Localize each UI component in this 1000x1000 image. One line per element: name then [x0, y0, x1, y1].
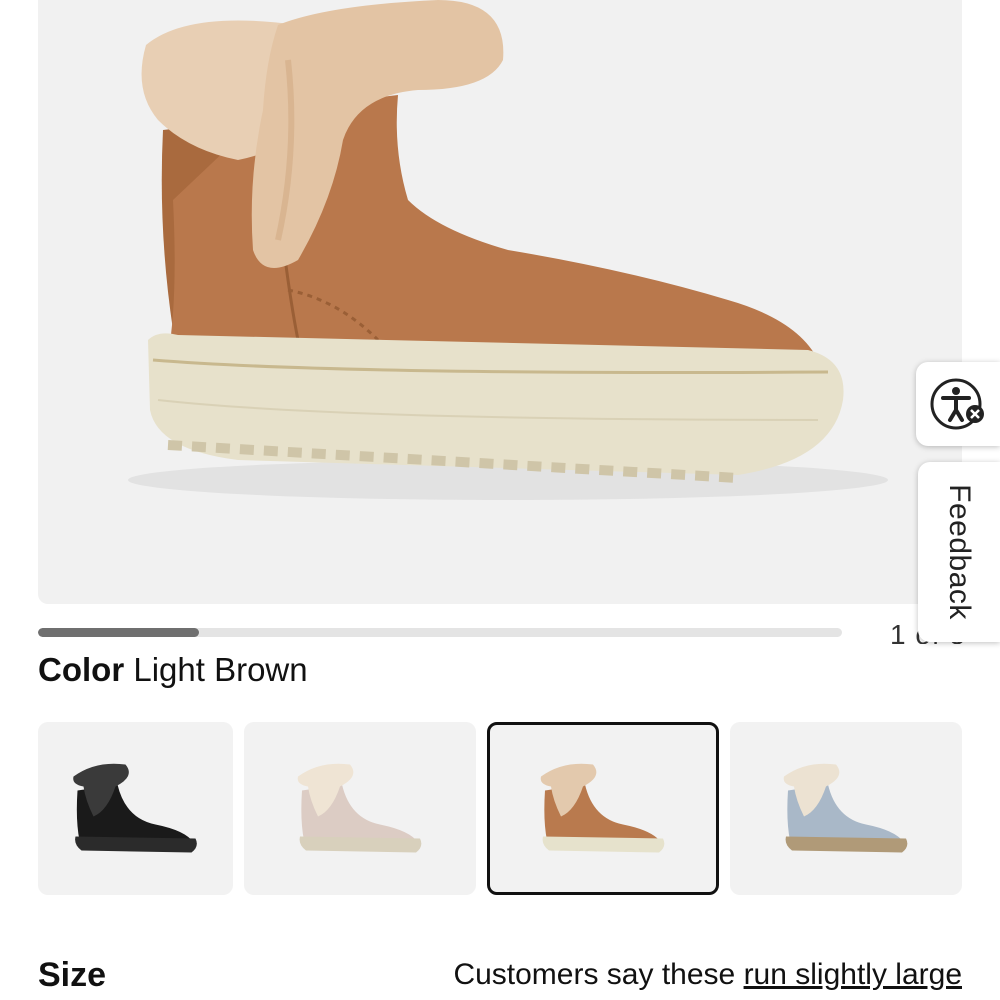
boot-illustration	[128, 0, 888, 500]
swatch-boot-thumbnail	[540, 763, 665, 853]
selected-color-value: Light Brown	[133, 651, 308, 688]
swatch-boot-thumbnail	[783, 763, 908, 853]
feedback-tab[interactable]: Feedback	[918, 462, 1000, 642]
color-swatch-beige[interactable]	[244, 722, 476, 895]
fit-guidance-text: Customers say these	[453, 958, 744, 991]
carousel-progress-fill	[38, 628, 199, 637]
color-swatch-light-blue[interactable]	[730, 722, 962, 895]
color-selection-heading: Color Light Brown	[38, 648, 308, 692]
swatch-boot-thumbnail	[73, 763, 197, 853]
color-swatch-light-brown[interactable]	[487, 722, 719, 895]
product-main-image[interactable]	[38, 0, 962, 604]
accessibility-widget-button[interactable]	[916, 362, 1000, 446]
carousel-progress-bar	[38, 628, 842, 637]
fit-guidance-link[interactable]: run slightly large	[744, 958, 962, 991]
feedback-label: Feedback	[943, 484, 976, 620]
swatch-boot-thumbnail	[297, 763, 422, 853]
color-label: Color	[38, 651, 125, 688]
size-label: Size	[38, 956, 107, 994]
accessibility-icon	[930, 378, 984, 430]
color-swatch-black[interactable]	[38, 722, 233, 895]
fit-guidance: Customers say these run slightly large	[453, 954, 962, 996]
